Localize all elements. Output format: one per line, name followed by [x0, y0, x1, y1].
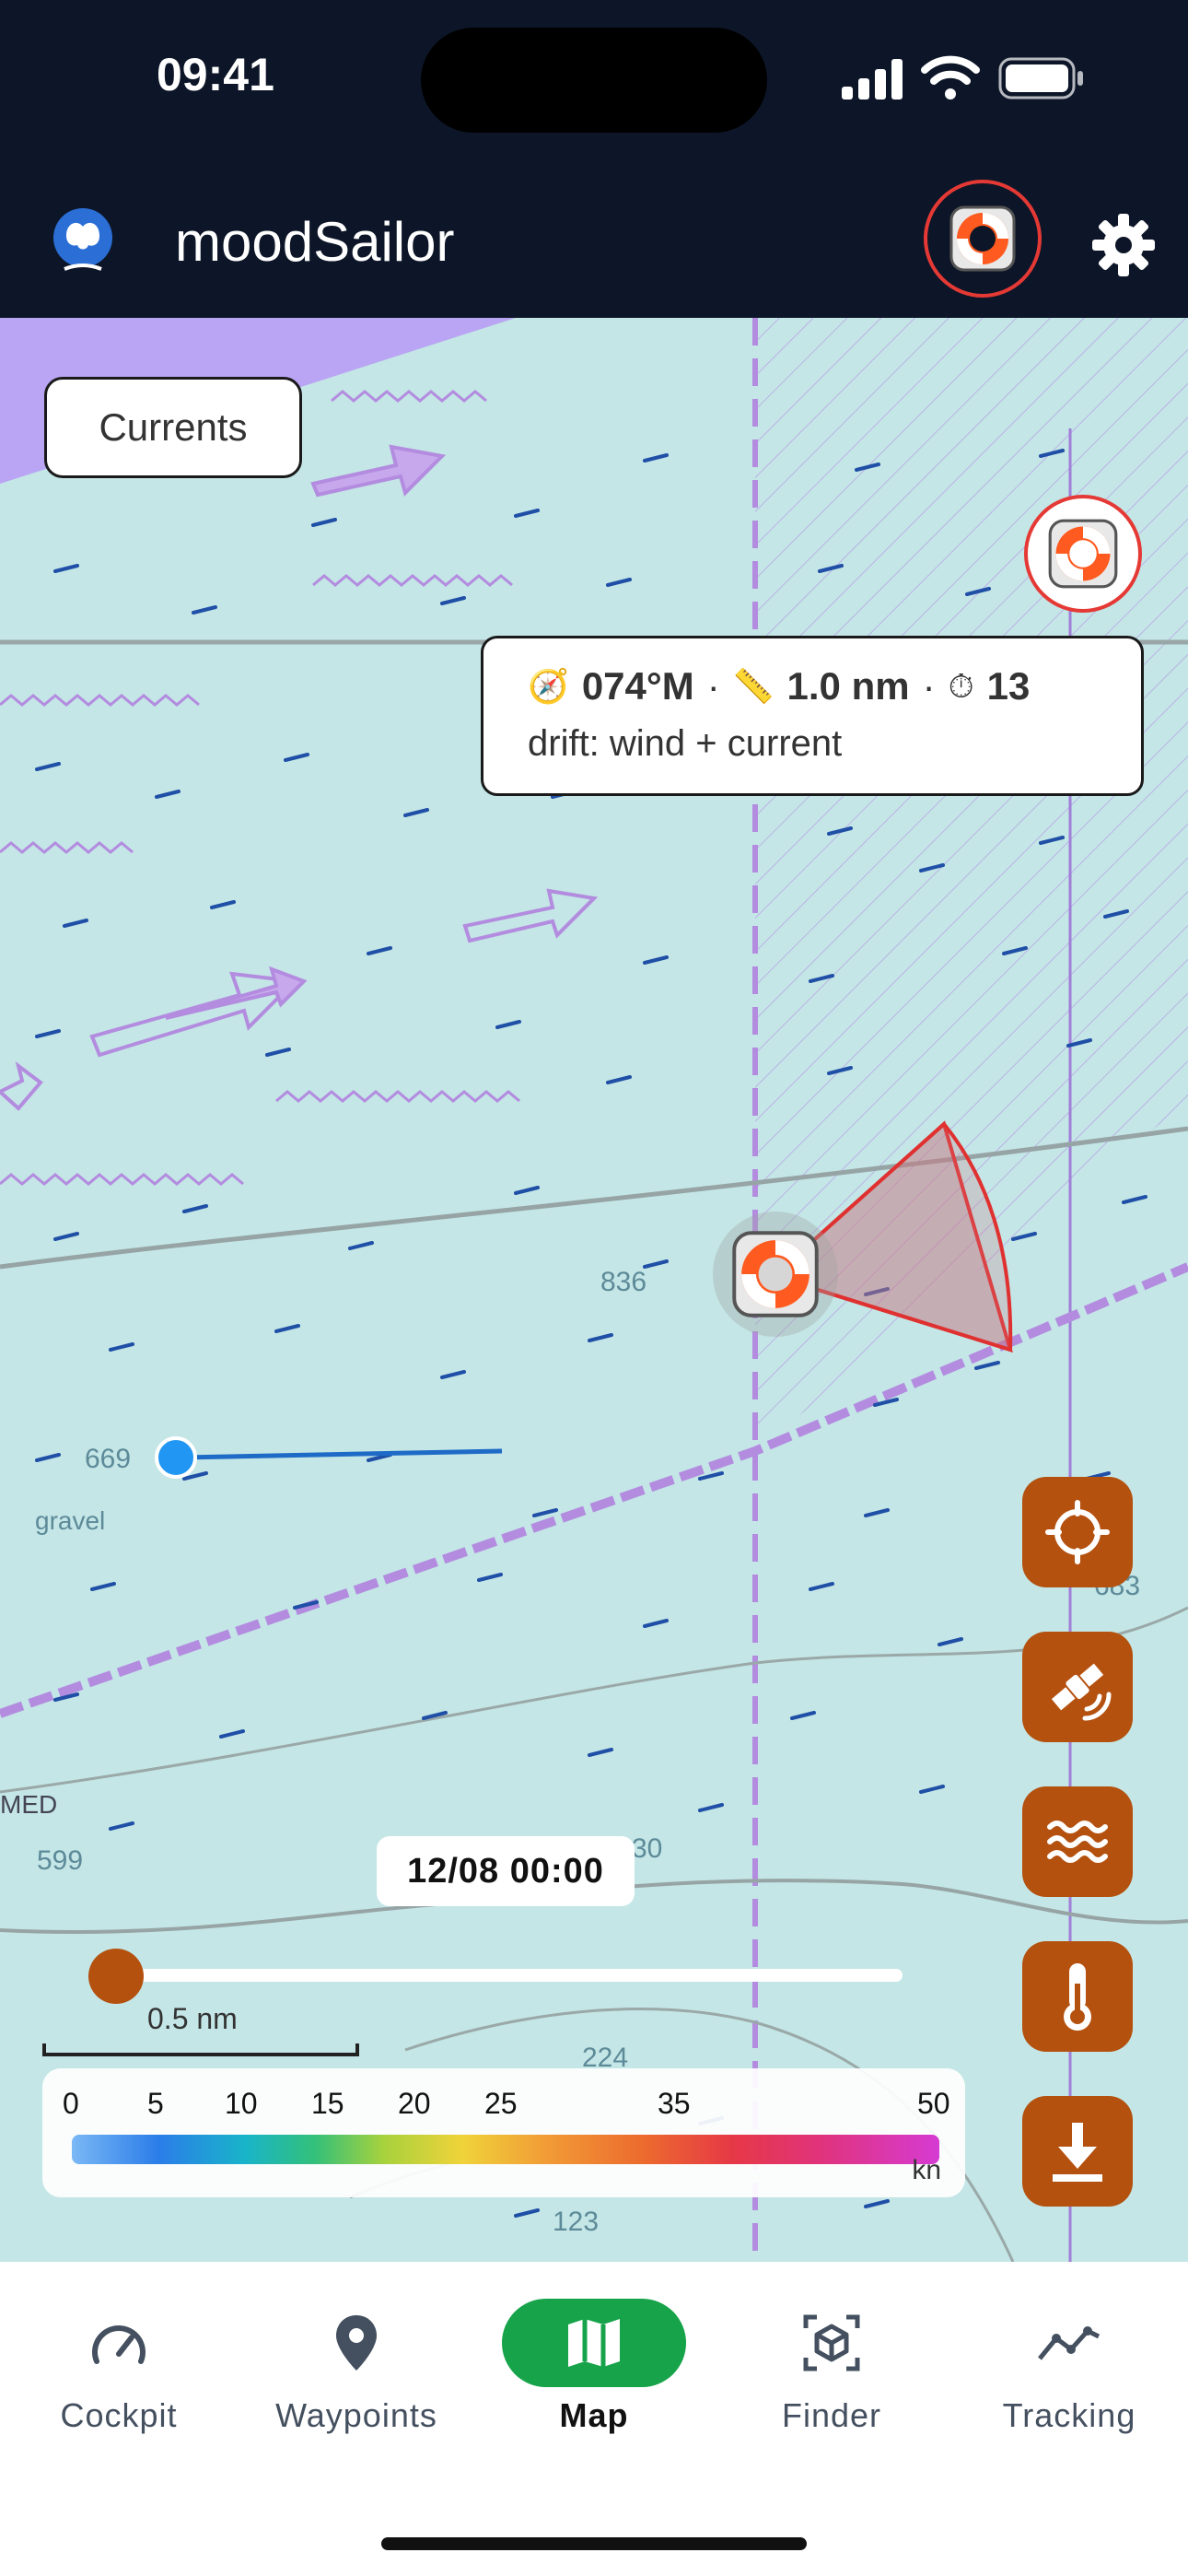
ruler-icon: 📏 — [732, 667, 775, 705]
lifebuoy-icon — [732, 1231, 819, 1317]
map-pin-icon — [336, 2315, 377, 2371]
status-time: 09:41 — [157, 49, 274, 100]
legend-tick: 25 — [484, 2087, 518, 2120]
lifebuoy-icon — [949, 205, 1016, 272]
mob-info-card: 🧭 074°M · 📏 1.0 nm · ⏱ 13 drift: wind + … — [481, 636, 1144, 796]
separator: · — [706, 664, 720, 708]
signal-icon — [842, 59, 903, 100]
tab-label: Finder — [781, 2396, 882, 2434]
nautical-map[interactable]: 836 669 gravel 683 MED 599 30 224 123 Cu… — [0, 318, 1188, 2262]
app-title: moodSailor — [175, 211, 455, 273]
depth-label: 669 — [85, 1444, 132, 1474]
map-scale-bar — [42, 2043, 359, 2056]
mob-info-primary: 🧭 074°M · 📏 1.0 nm · ⏱ 13 — [528, 664, 1097, 708]
legend-unit: kn — [912, 2155, 941, 2185]
download-icon — [1053, 2123, 1102, 2182]
map-scale-label: 0.5 nm — [147, 2002, 238, 2035]
stopwatch-icon: ⏱ — [948, 666, 974, 705]
home-indicator — [381, 2537, 807, 2550]
status-bar: 09:41 — [0, 0, 1188, 170]
chart-label: MED — [0, 1790, 58, 1819]
crosshair-icon — [1045, 1500, 1110, 1564]
mob-time: 13 — [986, 664, 1031, 708]
legend-tick: 5 — [147, 2087, 164, 2120]
time-slider-date: 12/08 00:00 — [377, 1836, 635, 1906]
legend-tick: 50 — [917, 2087, 950, 2120]
bottom-tab-bar: Cockpit Waypoints Map Finder Tracking — [0, 2262, 1188, 2576]
waves-icon — [1047, 1821, 1108, 1863]
depth-label: 30 — [632, 1833, 663, 1864]
depth-label: 123 — [553, 2207, 600, 2237]
seabed-label: gravel — [35, 1506, 106, 1535]
trend-line-icon — [1038, 2326, 1101, 2360]
cube-scan-icon — [803, 2314, 860, 2371]
satellite-layer-button[interactable] — [1022, 1632, 1133, 1742]
tab-icon-wrap — [502, 2299, 686, 2387]
mob-distance: 1.0 nm — [786, 664, 910, 708]
legend-tick: 35 — [658, 2087, 691, 2120]
legend-tick: 10 — [225, 2087, 258, 2120]
waves-layer-button[interactable] — [1022, 1786, 1133, 1897]
man-overboard-button[interactable] — [924, 180, 1042, 298]
gauge-icon — [92, 2325, 146, 2364]
thermometer-icon — [1064, 1963, 1091, 2031]
tab-cockpit[interactable]: Cockpit — [8, 2299, 229, 2435]
map-icon — [568, 2319, 620, 2367]
tab-map[interactable]: Map — [483, 2299, 705, 2435]
tab-label: Waypoints — [275, 2396, 437, 2434]
tab-tracking[interactable]: Tracking — [959, 2299, 1180, 2435]
tab-waypoints[interactable]: Waypoints — [246, 2299, 467, 2435]
tab-icon-wrap — [977, 2299, 1161, 2387]
legend-tick: 20 — [398, 2087, 431, 2120]
tab-icon-wrap — [264, 2299, 448, 2387]
tab-label: Cockpit — [60, 2396, 178, 2434]
lifebuoy-icon — [1048, 519, 1118, 589]
legend-tick: 15 — [311, 2087, 344, 2120]
tab-label: Map — [559, 2396, 629, 2434]
depth-label: 836 — [600, 1267, 647, 1297]
mob-marker[interactable] — [713, 1212, 838, 1337]
app-logo-icon — [53, 208, 112, 271]
tab-icon-wrap — [27, 2299, 211, 2387]
map-man-overboard-button[interactable] — [1024, 495, 1142, 613]
currents-button[interactable]: Currents — [44, 377, 302, 478]
app-bar: moodSailor — [0, 170, 1188, 318]
settings-gear-icon[interactable] — [1087, 208, 1160, 282]
depth-label: 599 — [37, 1845, 84, 1876]
own-position-marker[interactable] — [155, 1436, 197, 1479]
legend-tick: 0 — [63, 2087, 79, 2120]
legend-gradient — [72, 2135, 939, 2164]
temperature-layer-button[interactable] — [1022, 1941, 1133, 2052]
wifi-icon — [921, 55, 980, 100]
dynamic-island — [421, 28, 767, 133]
locate-button[interactable] — [1022, 1477, 1133, 1587]
download-button[interactable] — [1022, 2096, 1133, 2207]
tab-label: Tracking — [1002, 2396, 1136, 2434]
mob-bearing: 074°M — [581, 664, 694, 708]
satellite-icon — [1051, 1663, 1112, 1721]
battery-icon — [998, 57, 1083, 100]
wind-speed-legend: 0 5 10 15 20 25 35 50 kn — [42, 2068, 965, 2197]
compass-icon: 🧭 — [528, 667, 569, 705]
mob-drift-note: drift: wind + current — [528, 723, 843, 764]
tab-icon-wrap — [740, 2299, 924, 2387]
time-slider-track[interactable] — [111, 1969, 903, 1982]
time-slider-thumb[interactable] — [88, 1949, 144, 2004]
tab-finder[interactable]: Finder — [721, 2299, 942, 2435]
separator: · — [922, 664, 936, 708]
